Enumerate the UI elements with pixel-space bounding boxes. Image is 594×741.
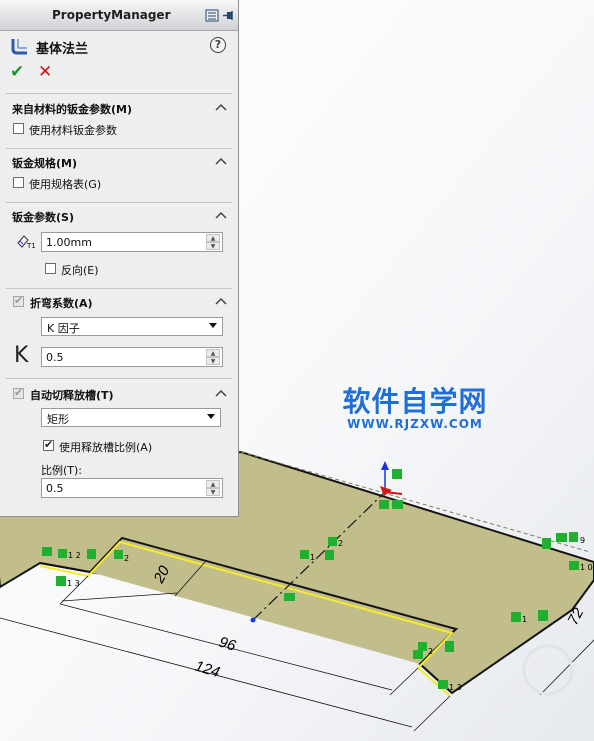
use-gauge-table-label: 使用规格表(G)	[29, 178, 102, 191]
relation-tag: 1 3	[449, 683, 462, 692]
divider	[6, 202, 232, 203]
k-factor-input[interactable]: 0.5 ▲ ▼	[41, 347, 223, 367]
divider	[6, 378, 232, 379]
divider	[6, 288, 232, 289]
watermark: 软件自学网 WWW.RJZXW.COM	[340, 386, 490, 431]
base-flange-icon	[11, 39, 27, 55]
section-title-bend[interactable]: 折弯系数(A)	[30, 295, 93, 311]
use-relief-ratio-label: 使用释放槽比例(A)	[59, 441, 153, 454]
chevron-down-icon	[209, 323, 217, 328]
collapse-icon[interactable]	[214, 157, 228, 166]
relation-tag: 9	[580, 536, 585, 545]
relation-badge[interactable]	[284, 593, 295, 601]
relief-type-value: 矩形	[47, 413, 69, 426]
collapse-icon[interactable]	[214, 297, 228, 306]
relation-tag: 1 0	[580, 563, 593, 572]
ratio-label: 比例(T):	[41, 464, 83, 477]
k-factor-spinner[interactable]: ▲ ▼	[206, 349, 220, 365]
property-manager-panel: PropertyManager 基体法兰 ? ✔ ✕ 来自材料的钣金参数(M) …	[0, 0, 239, 517]
ratio-input[interactable]: 0.5 ▲ ▼	[41, 478, 223, 498]
relation-tag: 1	[522, 615, 527, 624]
relation-tag: 2	[124, 554, 129, 563]
property-manager-title: PropertyManager	[52, 8, 171, 22]
tree-icon[interactable]	[205, 9, 219, 22]
ratio-spinner[interactable]: ▲ ▼	[206, 480, 220, 496]
chevron-down-icon	[207, 414, 215, 419]
pin-icon[interactable]	[222, 9, 236, 22]
reverse-direction-checkbox[interactable]	[45, 263, 56, 274]
k-factor-symbol: K	[14, 343, 29, 368]
bend-allowance-checkbox[interactable]	[13, 294, 24, 307]
property-manager-header: PropertyManager	[0, 0, 238, 31]
collapse-icon[interactable]	[214, 211, 228, 220]
origin-point	[250, 617, 256, 623]
section-title-gauge[interactable]: 钣金规格(M)	[12, 155, 77, 171]
relation-tag: 1 2	[68, 551, 81, 560]
watermark-title: 软件自学网	[342, 385, 488, 418]
ok-button[interactable]: ✔	[10, 62, 24, 82]
divider	[6, 93, 232, 94]
help-icon[interactable]: ?	[210, 37, 226, 53]
reverse-direction-label: 反向(E)	[61, 264, 99, 277]
ratio-value: 0.5	[46, 482, 64, 495]
thickness-spinner[interactable]: ▲ ▼	[206, 234, 220, 250]
relief-type-select[interactable]: 矩形	[41, 408, 221, 427]
bend-type-value: K 因子	[47, 322, 80, 335]
bend-type-select[interactable]: K 因子	[41, 317, 223, 336]
use-gauge-table-checkbox[interactable]	[13, 177, 24, 188]
thickness-icon: T1	[17, 235, 36, 249]
use-relief-ratio-checkbox[interactable]	[43, 438, 54, 451]
thickness-input[interactable]: 1.00mm ▲ ▼	[41, 232, 223, 252]
cancel-button[interactable]: ✕	[38, 62, 52, 82]
collapse-icon[interactable]	[214, 389, 228, 398]
auto-relief-checkbox[interactable]	[13, 386, 24, 399]
svg-text:T1: T1	[26, 242, 36, 249]
section-title-params[interactable]: 钣金参数(S)	[12, 209, 74, 225]
use-material-params-label: 使用材料钣金参数	[29, 124, 117, 137]
k-factor-value: 0.5	[46, 351, 64, 364]
collapse-icon[interactable]	[214, 103, 228, 112]
relation-tag: 1	[310, 553, 315, 562]
relation-tag: 2	[428, 647, 433, 656]
thickness-value: 1.00mm	[46, 236, 92, 249]
feature-title: 基体法兰	[36, 42, 89, 57]
section-title-relief[interactable]: 自动切释放槽(T)	[30, 387, 114, 403]
feature-header: 基体法兰 ?	[10, 36, 230, 58]
relation-tag: 2	[338, 539, 343, 548]
relation-tag: 1 3	[67, 579, 80, 588]
use-material-params-checkbox[interactable]	[13, 123, 24, 134]
watermark-url: WWW.RJZXW.COM	[347, 417, 483, 431]
divider	[6, 148, 232, 149]
section-title-material[interactable]: 来自材料的钣金参数(M)	[12, 101, 132, 117]
